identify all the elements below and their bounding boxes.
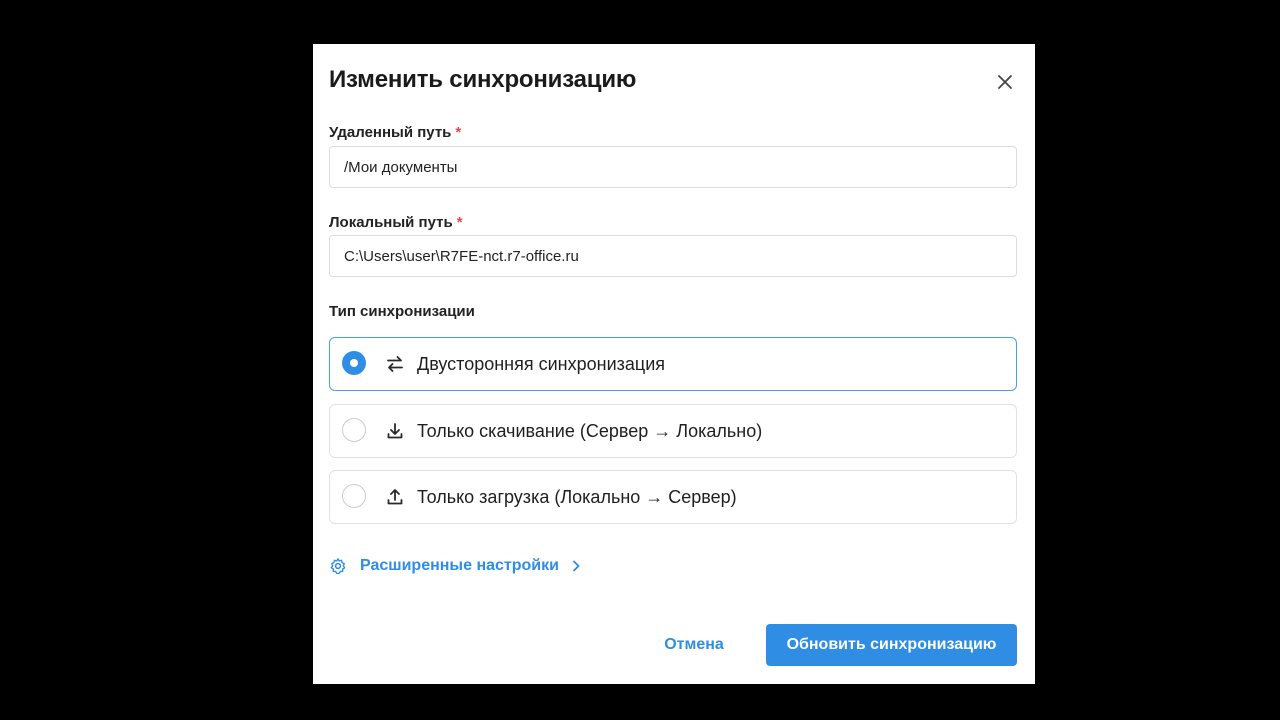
sync-option-label: Только скачивание (Сервер → Локально) xyxy=(417,421,763,441)
remote-path-label: Удаленный путь * xyxy=(329,124,462,141)
required-mark: * xyxy=(455,124,462,141)
radio-button-checked[interactable] xyxy=(342,351,366,375)
radio-button[interactable] xyxy=(342,484,366,508)
update-sync-button[interactable]: Обновить синхронизацию xyxy=(766,624,1017,666)
local-path-label: Локальный путь * xyxy=(329,214,463,231)
close-button[interactable] xyxy=(993,70,1017,94)
gear-icon xyxy=(330,558,346,575)
advanced-settings-label: Расширенные настройки xyxy=(360,557,559,574)
sync-option-two-way[interactable]: Двусторонняя синхронизация xyxy=(329,337,1017,391)
remote-path-input[interactable] xyxy=(329,146,1017,188)
local-path-input[interactable] xyxy=(329,235,1017,277)
upload-icon xyxy=(384,486,406,508)
cancel-button[interactable]: Отмена xyxy=(653,624,735,666)
radio-button[interactable] xyxy=(342,418,366,442)
required-mark: * xyxy=(456,214,463,231)
sync-type-label: Тип синхронизации xyxy=(329,303,475,320)
chevron-right-icon xyxy=(571,560,581,572)
close-icon xyxy=(998,75,1012,89)
swap-arrows-icon xyxy=(384,353,406,375)
dialog-title: Изменить синхронизацию xyxy=(329,66,637,93)
advanced-settings-link[interactable]: Расширенные настройки xyxy=(329,555,581,577)
download-icon xyxy=(384,420,406,442)
edit-sync-dialog: Изменить синхронизацию Удаленный путь* Л… xyxy=(313,44,1035,684)
sync-option-upload-only[interactable]: Только загрузка (Локально → Сервер) xyxy=(329,470,1017,524)
sync-option-download-only[interactable]: Только скачивание (Сервер → Локально) xyxy=(329,404,1017,458)
sync-option-label: Только загрузка (Локально → Сервер) xyxy=(417,487,737,507)
sync-option-label: Двусторонняя синхронизация xyxy=(417,354,665,374)
